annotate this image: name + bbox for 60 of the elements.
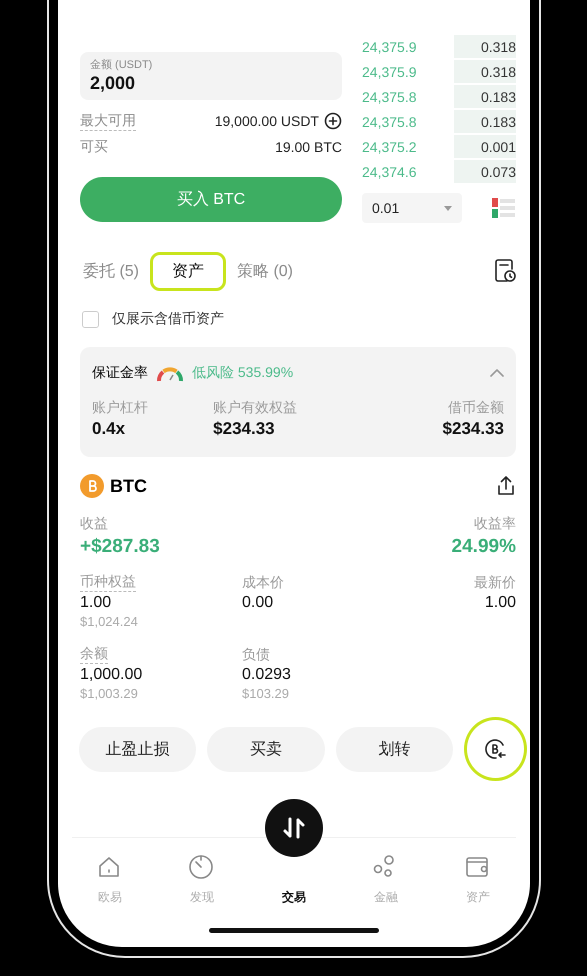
action-button[interactable]: 划转 bbox=[336, 726, 453, 772]
coin-return-icon bbox=[483, 737, 508, 761]
field-sub-value: $1,003.29 bbox=[80, 686, 139, 701]
stat-label: 借币金额 bbox=[448, 399, 504, 417]
amount: 0.183 bbox=[480, 88, 516, 106]
max-available-label: 最大可用 bbox=[80, 112, 136, 130]
price: 24,374.6 bbox=[362, 164, 416, 180]
field-value: 0.0293 bbox=[242, 666, 292, 684]
chevron-icon[interactable] bbox=[490, 369, 504, 377]
price: 24,375.8 bbox=[362, 114, 416, 130]
field-sub-value: $103.29 bbox=[242, 686, 290, 701]
stat-label: 账户杠杆 bbox=[92, 399, 149, 417]
amount: 0.073 bbox=[480, 162, 516, 182]
field-label: 余额 bbox=[80, 644, 108, 664]
checkbox[interactable] bbox=[82, 310, 99, 328]
risk-level: 低风险 535.99% bbox=[192, 364, 294, 382]
amount: 0.001 bbox=[480, 138, 516, 156]
can-buy-value: 19.00 BTC bbox=[275, 139, 342, 155]
nav-tab[interactable]: 交易 bbox=[248, 800, 340, 922]
pnl-value: +$287.83 bbox=[80, 536, 160, 558]
price: 24,375.9 bbox=[362, 38, 416, 54]
margin-ratio-label: 保证金率 bbox=[92, 364, 148, 382]
add-icon[interactable] bbox=[324, 112, 342, 130]
precision-dropdown[interactable]: 0.01 bbox=[362, 193, 462, 223]
stat-value: $234.33 bbox=[442, 419, 504, 439]
caret-icon bbox=[444, 206, 452, 210]
field-sub-value: $1,024.24 bbox=[80, 614, 139, 629]
amount: 0.183 bbox=[480, 112, 516, 132]
layout-icon[interactable] bbox=[492, 197, 516, 219]
compass-icon bbox=[189, 855, 215, 881]
pnl-rate-value: 24.99% bbox=[452, 536, 516, 558]
amount-field[interactable]: 金额 (USDT) 2,000 bbox=[80, 52, 342, 100]
field-value: 1.00 bbox=[80, 594, 112, 612]
field-value: 1,000.00 bbox=[80, 666, 144, 684]
amount: 0.318 bbox=[480, 38, 516, 56]
pnl-label: 收益 bbox=[80, 514, 109, 533]
action-button[interactable]: 买卖 bbox=[207, 726, 325, 772]
coin-icon bbox=[80, 474, 104, 498]
tab[interactable]: 资产 bbox=[150, 252, 226, 290]
field-value: 1.00 bbox=[484, 594, 516, 612]
field-value: 0.00 bbox=[242, 594, 274, 612]
filter-label: 仅展示含借币资产 bbox=[112, 310, 224, 328]
amount: 0.318 bbox=[480, 62, 516, 82]
field-label: 币种权益 bbox=[80, 572, 136, 592]
share-icon[interactable] bbox=[496, 475, 516, 497]
coin-name: BTC bbox=[110, 476, 147, 496]
max-available-value: 19,000.00 USDT bbox=[214, 113, 319, 129]
can-buy-label: 可买 bbox=[80, 138, 108, 156]
history-icon[interactable] bbox=[494, 259, 516, 283]
price: 24,375.8 bbox=[362, 88, 416, 104]
field-label: 负债 bbox=[242, 645, 271, 664]
pnl-rate-label: 收益率 bbox=[474, 514, 516, 533]
stat-value: $234.33 bbox=[213, 419, 276, 439]
stat-value: 0.4x bbox=[92, 419, 126, 439]
price: 24,375.9 bbox=[362, 64, 416, 80]
stat-label: 账户有效权益 bbox=[213, 399, 298, 417]
field-label: 成本价 bbox=[242, 573, 285, 592]
price: 24,375.2 bbox=[362, 138, 416, 154]
action-button[interactable]: 止盈止损 bbox=[79, 726, 196, 772]
field-label: 最新价 bbox=[474, 573, 516, 592]
